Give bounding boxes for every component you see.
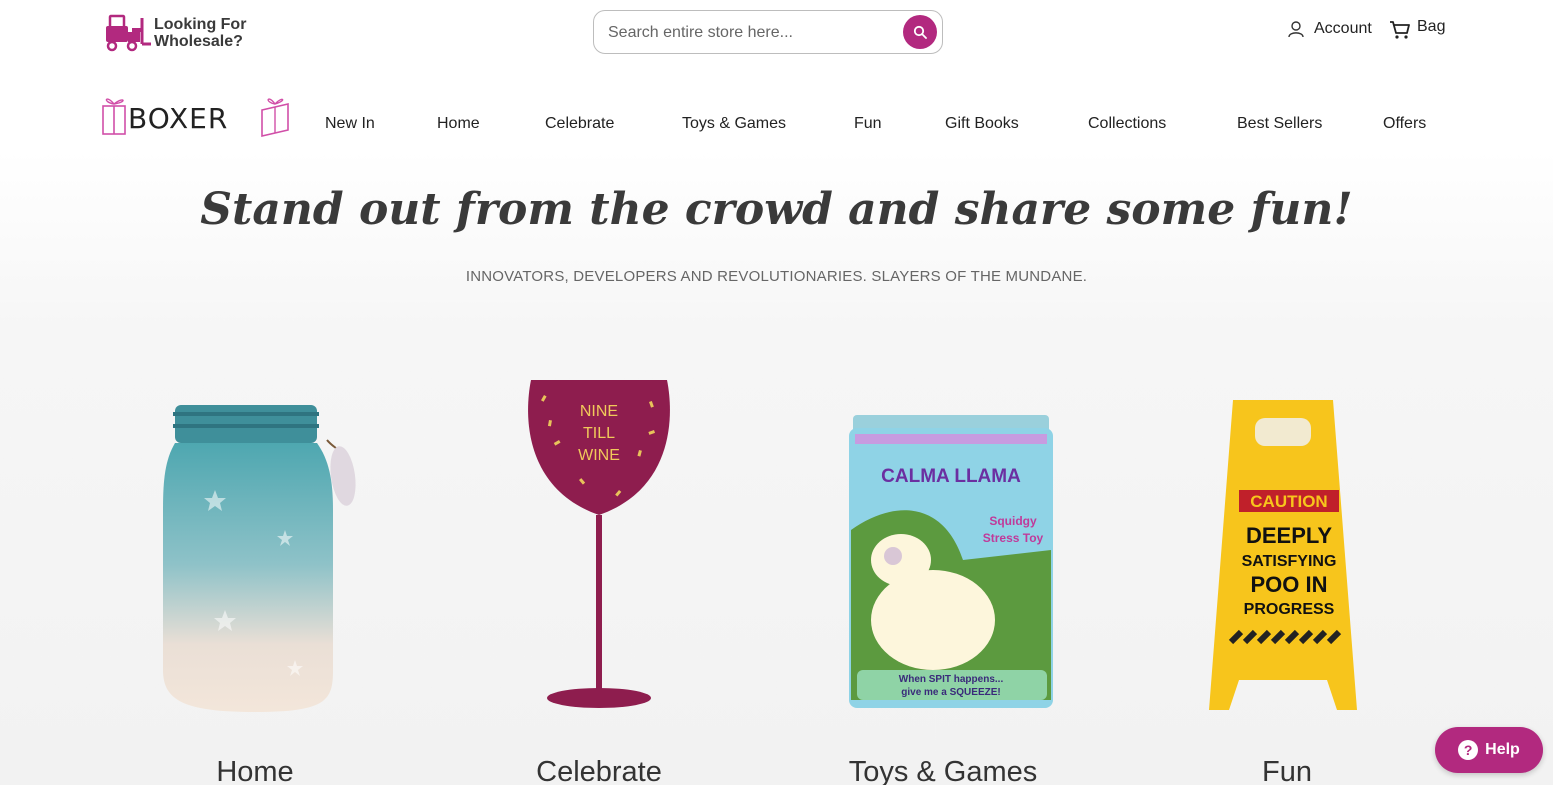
llama-footer-2: give me a SQUEEZE!: [901, 687, 1000, 698]
wholesale-link[interactable]: Looking For Wholesale?: [104, 14, 246, 52]
category-tile-home[interactable]: Home: [95, 340, 415, 785]
product-image-caution-sign: CAUTION DEEPLY SATISFYING POO IN PROGRES…: [1209, 400, 1357, 710]
glass-text-3: WINE: [578, 447, 620, 464]
nav-item-fun[interactable]: Fun: [854, 115, 882, 133]
nav-item-gift-books[interactable]: Gift Books: [945, 115, 1019, 133]
category-tile-fun[interactable]: CAUTION DEEPLY SATISFYING POO IN PROGRES…: [1127, 340, 1447, 785]
llama-sub-2: Stress Toy: [983, 531, 1044, 545]
caution-label: CAUTION: [1250, 492, 1327, 511]
bag-link[interactable]: Bag: [1389, 18, 1446, 40]
user-icon: [1288, 21, 1304, 38]
category-label[interactable]: Toys & Games: [783, 756, 1103, 785]
category-label[interactable]: Fun: [1127, 756, 1447, 785]
category-tile-celebrate[interactable]: NINE TILL WINE Celebrate: [439, 340, 759, 785]
glass-text-1: NINE: [580, 403, 618, 420]
category-tile-toys-games[interactable]: CALMA LLAMA Squidgy Stress Toy When SPIT…: [783, 340, 1103, 785]
glass-text-2: TILL: [583, 425, 615, 442]
category-label[interactable]: Home: [95, 756, 415, 785]
question-icon: ?: [1458, 740, 1479, 760]
hero-title: Stand out from the crowd and share some …: [200, 184, 1353, 235]
llama-sub-1: Squidgy: [989, 514, 1037, 528]
account-label: Account: [1314, 20, 1372, 37]
wholesale-line-2: Wholesale?: [154, 33, 243, 50]
nav-item-collections[interactable]: Collections: [1088, 115, 1166, 133]
wholesale-text: Looking For Wholesale?: [154, 16, 246, 50]
nav-item-best-sellers[interactable]: Best Sellers: [1237, 115, 1322, 133]
llama-title: CALMA LLAMA: [881, 466, 1021, 487]
hero-subtitle: INNOVATORS, DEVELOPERS AND REVOLUTIONARI…: [465, 268, 1088, 285]
nav-item-new-in[interactable]: New In: [325, 115, 375, 133]
help-label: Help: [1485, 741, 1520, 758]
main-nav: New In Home Celebrate Toys & Games Fun G…: [0, 115, 1553, 137]
account-link[interactable]: Account: [1287, 20, 1372, 38]
product-image-wine-glass: NINE TILL WINE: [528, 380, 670, 708]
cart-icon: [1390, 21, 1410, 39]
caution-line-1: DEEPLY: [1246, 523, 1332, 548]
nav-item-offers[interactable]: Offers: [1383, 115, 1426, 133]
product-image-jar: [163, 405, 356, 712]
nav-item-celebrate[interactable]: Celebrate: [545, 115, 614, 133]
forklift-icon: [106, 14, 151, 52]
wholesale-line-1: Looking For: [154, 16, 247, 33]
caution-line-3: POO IN: [1250, 572, 1327, 597]
caution-line-4: PROGRESS: [1244, 601, 1335, 618]
search-icon: [913, 25, 927, 39]
help-button[interactable]: ? Help: [1435, 727, 1543, 773]
nav-item-home[interactable]: Home: [437, 115, 480, 133]
caution-line-2: SATISFYING: [1242, 553, 1337, 570]
product-image-llama: CALMA LLAMA Squidgy Stress Toy When SPIT…: [849, 415, 1053, 708]
search-button[interactable]: [903, 15, 937, 49]
search-input[interactable]: [608, 19, 898, 47]
llama-footer-1: When SPIT happens...: [899, 674, 1004, 685]
search-bar: [593, 10, 943, 54]
nav-item-toys-games[interactable]: Toys & Games: [682, 115, 786, 133]
bag-label: Bag: [1417, 18, 1446, 35]
category-label[interactable]: Celebrate: [439, 756, 759, 785]
